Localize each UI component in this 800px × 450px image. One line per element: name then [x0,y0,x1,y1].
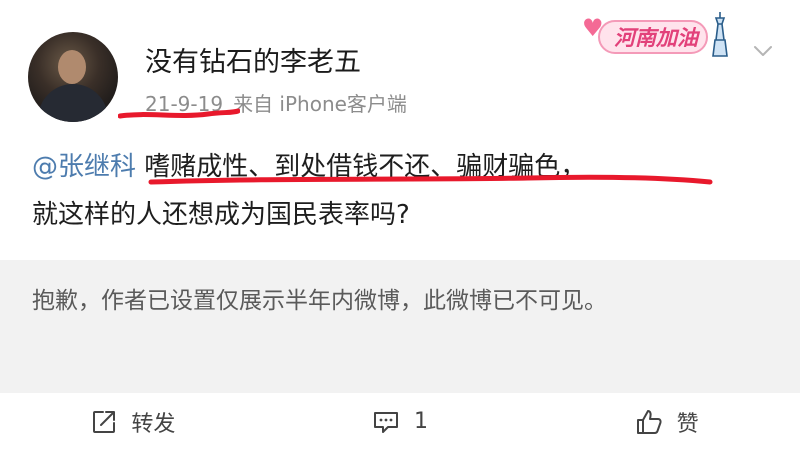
post-body: @张继科 嗜赌成性、到处借钱不还、骗财骗色， 就这样的人还想成为国民表率吗? [32,143,772,239]
post-text-1: 嗜赌成性、到处借钱不还、骗财骗色， [136,152,587,182]
hidden-post-notice: 抱歉，作者已设置仅展示半年内微博，此微博已不可见。 [0,260,800,393]
repost-label: 转发 [131,411,176,437]
post-line-1: @张继科 嗜赌成性、到处借钱不还、骗财骗色， [32,143,772,191]
post-date: 21-9-19 [145,92,224,116]
notice-text: 抱歉，作者已设置仅展示半年内微博，此微博已不可见。 [32,288,607,314]
henan-jiayou-badge: ♥ 河南加油 [578,8,730,60]
heart-icon: ♥ [582,14,604,42]
repost-icon [93,410,116,433]
badge-text: 河南加油 [614,26,698,50]
comment-icon [374,411,398,433]
repost-button[interactable]: 转发 [0,406,267,438]
like-label: 赞 [676,411,699,437]
mention-link[interactable]: @张继科 [32,152,136,182]
tower-icon [712,12,728,57]
comment-button[interactable]: 1 [267,409,534,435]
thumbs-up-icon [636,409,662,434]
avatar[interactable] [28,32,118,122]
chevron-down-icon[interactable] [752,40,774,62]
post-line-2: 就这样的人还想成为国民表率吗? [32,200,410,230]
post-source: 来自 iPhone客户端 [233,92,407,116]
avatar-body [38,84,108,122]
username[interactable]: 没有钻石的李老五 [145,40,361,79]
action-bar: 转发 1 赞 [0,393,800,450]
post-meta: 21-9-19 来自 iPhone客户端 [145,88,407,117]
like-button[interactable]: 赞 [533,406,800,438]
avatar-face [58,50,86,84]
comment-count: 1 [414,409,428,434]
